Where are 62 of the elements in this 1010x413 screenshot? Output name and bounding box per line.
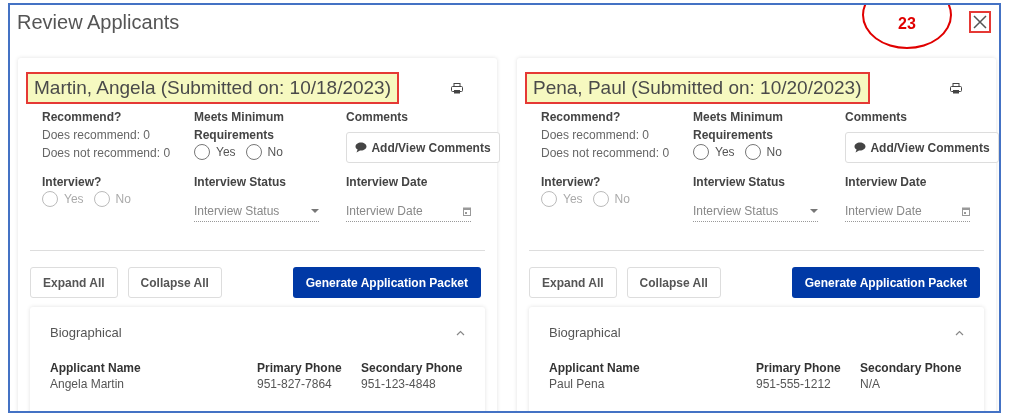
close-icon — [973, 15, 987, 29]
dialog-title: Review Applicants — [17, 11, 180, 34]
comments-button[interactable]: Add/View Comments — [346, 132, 500, 163]
field-value: 951-555-1212 — [756, 376, 832, 392]
toggle-all-button[interactable]: Expand All — [30, 267, 118, 298]
field-label: Meets Minimum Requirements — [693, 109, 784, 144]
field-label: Meets Minimum Requirements — [194, 109, 285, 144]
field-value: Angela Martin — [50, 376, 126, 392]
field-value: 951-827-7864 — [257, 376, 333, 392]
field-label: Interview Status — [194, 174, 288, 191]
comments-button[interactable]: Add/View Comments — [845, 132, 999, 163]
interview-date-field[interactable]: Interview Date — [845, 199, 970, 222]
field-label: Primary Phone — [257, 360, 343, 376]
print-icon[interactable] — [950, 82, 962, 94]
toggle-all-button[interactable]: Expand All — [529, 267, 617, 298]
chevron-icon[interactable] — [955, 329, 964, 336]
field-label: Comments — [346, 109, 409, 126]
close-button[interactable] — [969, 11, 991, 33]
interview-date-field[interactable]: Interview Date — [346, 199, 471, 222]
applicant-header: Martin, Angela (Submitted on: 10/18/2023) — [26, 72, 399, 104]
toggle-all-button[interactable]: Collapse All — [626, 267, 721, 298]
radio-button[interactable]: Yes — [693, 144, 735, 160]
recommend-count: Does recommend: 0 — [42, 127, 152, 144]
field-label: Interview? — [42, 174, 103, 191]
generate-packet-button[interactable]: Generate Application Packet — [292, 267, 481, 298]
field-label: Comments — [845, 109, 908, 126]
interview-status-dropdown[interactable]: Interview Status — [693, 199, 818, 222]
calendar-icon — [463, 206, 471, 216]
recommend-count: Does not recommend: 0 — [42, 145, 172, 162]
field-label: Secondary Phone — [860, 360, 963, 376]
radio-button[interactable]: No — [245, 144, 283, 160]
interview-status-dropdown[interactable]: Interview Status — [194, 199, 319, 222]
caret-icon — [810, 209, 818, 213]
field-label: Applicant Name — [549, 360, 641, 376]
field-label: Interview Status — [693, 174, 787, 191]
field-label: Interview Date — [346, 174, 429, 191]
section-title: Biographical — [50, 325, 122, 340]
field-label: Applicant Name — [50, 360, 142, 376]
toggle-all-button[interactable]: Collapse All — [127, 267, 222, 298]
section-title: Biographical — [549, 325, 621, 340]
generate-packet-button[interactable]: Generate Application Packet — [791, 267, 980, 298]
recommend-count: Does not recommend: 0 — [541, 145, 671, 162]
speech-bubble-icon — [854, 142, 867, 153]
field-label: Recommend? — [541, 109, 622, 126]
field-label: Interview? — [541, 174, 602, 191]
applicant-header: Pena, Paul (Submitted on: 10/20/2023) — [525, 72, 870, 104]
callout-number: 23 — [862, 5, 952, 49]
field-value: N/A — [860, 376, 881, 392]
field-value: 951-123-4848 — [361, 376, 437, 392]
print-icon[interactable] — [451, 82, 463, 94]
field-label: Primary Phone — [756, 360, 842, 376]
calendar-icon — [962, 206, 970, 216]
field-label: Recommend? — [42, 109, 123, 126]
recommend-count: Does recommend: 0 — [541, 127, 651, 144]
radio-button[interactable]: No — [744, 144, 782, 160]
speech-bubble-icon — [355, 142, 368, 153]
caret-icon — [311, 209, 319, 213]
field-label: Secondary Phone — [361, 360, 464, 376]
chevron-icon[interactable] — [456, 329, 465, 336]
field-label: Interview Date — [845, 174, 928, 191]
radio-button[interactable]: Yes — [194, 144, 236, 160]
field-value: Paul Pena — [549, 376, 606, 392]
